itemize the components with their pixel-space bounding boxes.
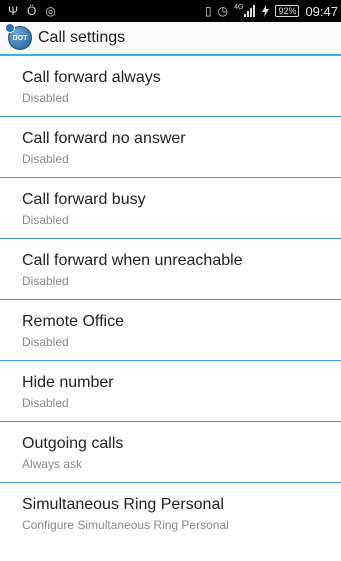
alarm-icon: ◷ <box>217 4 229 18</box>
setting-title: Call forward busy <box>22 191 146 208</box>
setting-remote-office[interactable]: Remote Office Disabled <box>0 300 341 361</box>
setting-call-forward-always[interactable]: Call forward always Disabled <box>0 56 341 117</box>
setting-simultaneous-ring-personal[interactable]: Simultaneous Ring Personal Configure Sim… <box>0 483 341 544</box>
action-bar: DOT Call settings <box>0 22 341 56</box>
setting-subtitle: Disabled <box>22 335 69 349</box>
status-time: 09:47 <box>305 3 338 19</box>
status-bar-left: Ψ Ö ◎ <box>8 5 56 17</box>
setting-call-forward-unreachable[interactable]: Call forward when unreachable Disabled <box>0 239 341 300</box>
setting-title: Hide number <box>22 374 114 391</box>
battery-indicator: 92% <box>275 5 300 17</box>
setting-call-forward-no-answer[interactable]: Call forward no answer Disabled <box>0 117 341 178</box>
setting-title: Call forward always <box>22 69 161 86</box>
setting-title: Call forward when unreachable <box>22 252 243 269</box>
signal-icon <box>244 5 256 17</box>
usb-icon: Ψ <box>8 4 19 18</box>
app-notification-icon: ◎ <box>45 4 56 18</box>
status-bar-right: ▯ ◷ 4G 92% 09:47 <box>205 4 338 19</box>
setting-subtitle: Disabled <box>22 91 69 105</box>
app-logo-icon[interactable]: DOT <box>5 23 32 50</box>
setting-subtitle: Always ask <box>22 457 83 471</box>
setting-subtitle: Disabled <box>22 152 69 166</box>
setting-subtitle: Disabled <box>22 396 69 410</box>
screen: Ψ Ö ◎ ▯ ◷ 4G 92% 09:47 DOT Call settings <box>0 0 341 561</box>
settings-list: Call forward always Disabled Call forwar… <box>0 56 341 544</box>
network-type-label: 4G <box>234 3 244 11</box>
setting-title: Outgoing calls <box>22 435 124 452</box>
debug-icon: Ö <box>27 4 37 18</box>
app-logo-label: DOT <box>12 34 28 42</box>
setting-call-forward-busy[interactable]: Call forward busy Disabled <box>0 178 341 239</box>
setting-title: Call forward no answer <box>22 130 186 147</box>
charging-icon <box>262 5 270 17</box>
setting-outgoing-calls[interactable]: Outgoing calls Always ask <box>0 422 341 483</box>
vibrate-icon: ▯ <box>205 4 212 18</box>
setting-title: Remote Office <box>22 313 124 330</box>
setting-hide-number[interactable]: Hide number Disabled <box>0 361 341 422</box>
setting-subtitle: Disabled <box>22 213 69 227</box>
setting-title: Simultaneous Ring Personal <box>22 496 224 513</box>
setting-subtitle: Configure Simultaneous Ring Personal <box>22 518 229 532</box>
setting-subtitle: Disabled <box>22 274 69 288</box>
status-bar: Ψ Ö ◎ ▯ ◷ 4G 92% 09:47 <box>0 0 341 22</box>
page-title: Call settings <box>38 29 126 46</box>
